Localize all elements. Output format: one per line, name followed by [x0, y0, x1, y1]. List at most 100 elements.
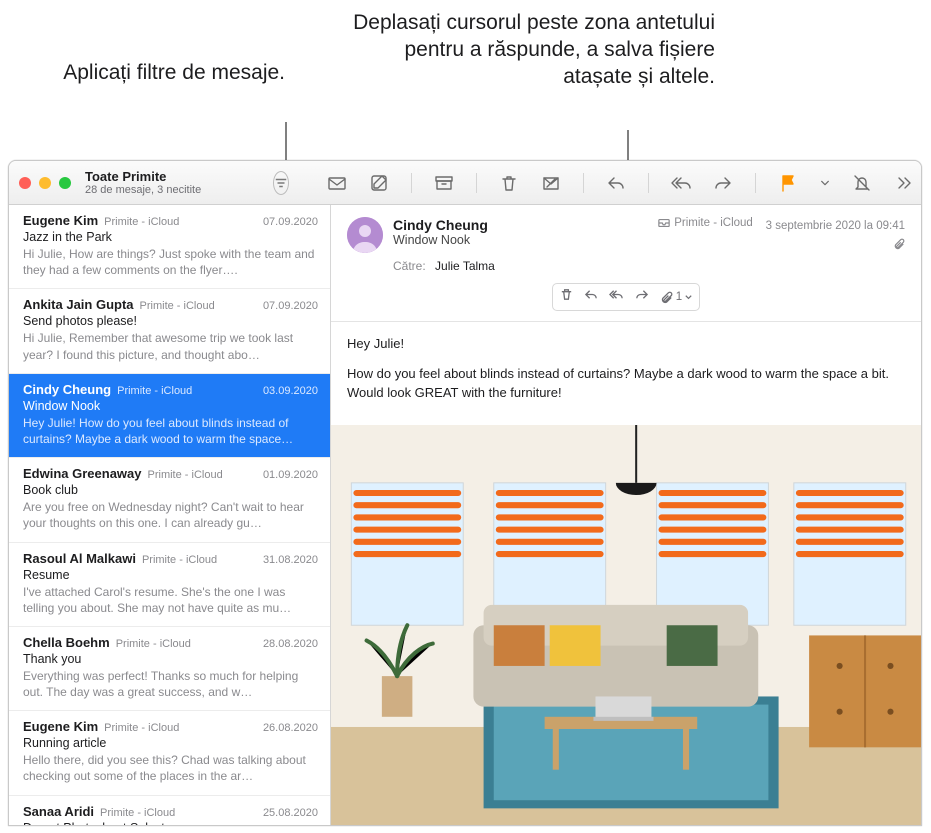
account: Primite - iCloud [116, 638, 257, 650]
flag-button[interactable] [778, 173, 798, 193]
preview: Hi Julie, Remember that awesome trip we … [23, 330, 318, 362]
hover-reply-all-button[interactable] [609, 287, 624, 307]
toolbar-separator [755, 173, 756, 193]
avatar[interactable] [347, 217, 383, 253]
list-item[interactable]: Eugene Kim Primite - iCloud 26.08.2020 R… [9, 711, 330, 795]
hover-delete-button[interactable] [559, 287, 574, 307]
reply-all-icon [609, 287, 624, 302]
header-folder[interactable]: Primite - iCloud [658, 217, 753, 229]
from: Ankita Jain Gupta [23, 297, 134, 312]
split-view: Eugene Kim Primite - iCloud 07.09.2020 J… [9, 205, 921, 825]
subject: Jazz in the Park [23, 230, 318, 244]
account: Primite - iCloud [117, 385, 257, 397]
filter-button[interactable] [273, 171, 289, 195]
reply-icon [584, 287, 599, 302]
preview: Everything was perfect! Thanks so much f… [23, 668, 318, 700]
delete-button[interactable] [499, 173, 519, 193]
date: 26.08.2020 [263, 722, 318, 734]
hover-attachments-button[interactable]: 1 [659, 290, 693, 305]
account: Primite - iCloud [100, 807, 257, 819]
from: Eugene Kim [23, 213, 98, 228]
subject: Book club [23, 483, 318, 497]
from: Rasoul Al Malkawi [23, 551, 136, 566]
list-item[interactable]: Rasoul Al Malkawi Primite - iCloud 31.08… [9, 543, 330, 627]
to-value: Julie Talma [435, 259, 495, 273]
flag-menu-button[interactable] [820, 173, 830, 193]
from: Edwina Greenaway [23, 466, 142, 481]
list-item[interactable]: Sanaa Aridi Primite - iCloud 25.08.2020 … [9, 796, 330, 825]
trash-icon [559, 287, 574, 302]
list-item[interactable]: Chella Boehm Primite - iCloud 28.08.2020… [9, 627, 330, 711]
account: Primite - iCloud [140, 300, 257, 312]
mailbox-title: Toate Primite [85, 169, 265, 184]
flag-icon [778, 173, 798, 193]
preview: Are you free on Wednesday night? Can't w… [23, 499, 318, 531]
list-item-selected[interactable]: Cindy Cheung Primite - iCloud 03.09.2020… [9, 374, 330, 458]
from: Chella Boehm [23, 635, 110, 650]
account: Primite - iCloud [104, 722, 257, 734]
window-traffic-lights [19, 177, 71, 189]
callouts-area: Aplicați filtre de mesaje. Deplasați cur… [0, 0, 931, 155]
list-item[interactable]: Eugene Kim Primite - iCloud 07.09.2020 J… [9, 205, 330, 289]
header-hover-toolbar: 1 [347, 283, 905, 311]
toolbar-separator [476, 173, 477, 193]
date: 07.09.2020 [263, 300, 318, 312]
date: 31.08.2020 [263, 554, 318, 566]
archive-button[interactable] [434, 173, 454, 193]
compose-button[interactable] [369, 173, 389, 193]
forward-icon [634, 287, 649, 302]
from: Eugene Kim [23, 719, 98, 734]
paperclip-icon [893, 238, 905, 250]
from: Cindy Cheung [23, 382, 111, 397]
toolbar-separator [648, 173, 649, 193]
date: 07.09.2020 [263, 216, 318, 228]
trash-icon [499, 173, 519, 193]
reply-all-icon [671, 173, 691, 193]
forward-icon [713, 173, 733, 193]
subject: Send photos please! [23, 314, 318, 328]
paperclip-icon [659, 290, 674, 305]
hover-reply-button[interactable] [584, 287, 599, 307]
attachment-image[interactable] [331, 425, 921, 826]
toolbar-separator [411, 173, 412, 193]
subject: Resume [23, 568, 318, 582]
message-list[interactable]: Eugene Kim Primite - iCloud 07.09.2020 J… [9, 205, 331, 825]
message-header: Cindy Cheung Window Nook Primite - iClou… [331, 205, 921, 317]
mailbox-subtitle: 28 de mesaje, 3 necitite [85, 184, 265, 196]
window-zoom-button[interactable] [59, 177, 71, 189]
subject: Desert Photoshoot Selects [23, 821, 318, 825]
avatar-image [347, 217, 383, 253]
callout-header: Deplasați cursorul peste zona antetului … [335, 10, 715, 91]
header-from: Cindy Cheung [393, 217, 488, 233]
preview: Hi Julie, How are things? Just spoke wit… [23, 246, 318, 278]
toolbar-overflow-button[interactable] [894, 173, 914, 193]
preview: I've attached Carol's resume. She's the … [23, 584, 318, 616]
date: 01.09.2020 [263, 469, 318, 481]
forward-button[interactable] [713, 173, 733, 193]
hover-forward-button[interactable] [634, 287, 649, 307]
window-minimize-button[interactable] [39, 177, 51, 189]
filter-icon [274, 176, 288, 190]
living-room-photo [331, 425, 921, 826]
toolbar [327, 173, 922, 193]
window-close-button[interactable] [19, 177, 31, 189]
account: Primite - iCloud [148, 469, 257, 481]
mute-button[interactable] [852, 173, 872, 193]
junk-button[interactable] [541, 173, 561, 193]
attachment-indicator[interactable] [658, 238, 905, 253]
date: 03.09.2020 [263, 385, 318, 397]
message-body: Hey Julie! How do you feel about blinds … [331, 322, 921, 425]
toolbar-separator [583, 173, 584, 193]
reply-button[interactable] [606, 173, 626, 193]
get-mail-button[interactable] [327, 173, 347, 193]
attachment-count: 1 [676, 291, 682, 303]
reply-icon [606, 173, 626, 193]
reply-all-button[interactable] [671, 173, 691, 193]
list-item[interactable]: Ankita Jain Gupta Primite - iCloud 07.09… [9, 289, 330, 373]
chevron-double-right-icon [894, 173, 914, 193]
header-subject: Window Nook [393, 233, 488, 247]
header-folder-label: Primite - iCloud [674, 217, 753, 229]
list-item[interactable]: Edwina Greenaway Primite - iCloud 01.09.… [9, 458, 330, 542]
date: 25.08.2020 [263, 807, 318, 819]
archive-icon [434, 173, 454, 193]
